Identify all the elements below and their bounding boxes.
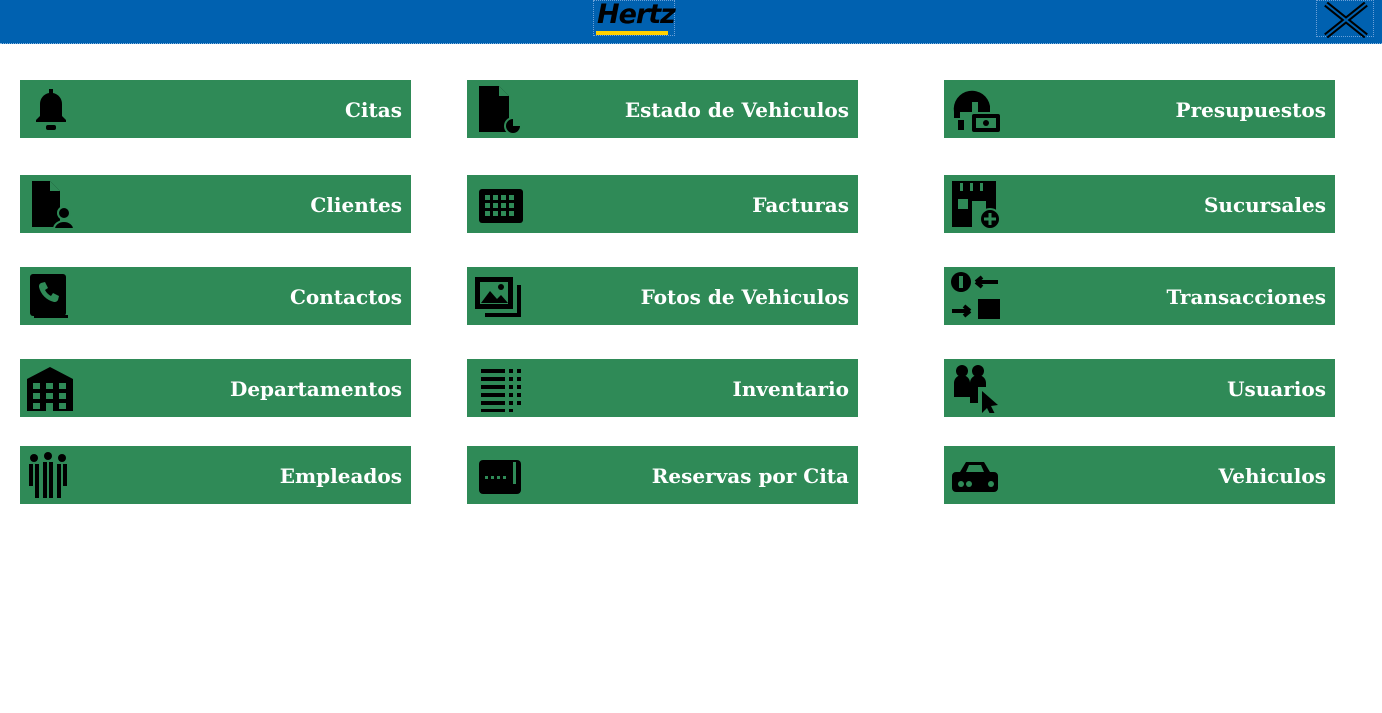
document-status-icon <box>479 86 522 134</box>
menu-tile-citas[interactable]: Citas <box>20 80 411 138</box>
tile-label: Departamentos <box>229 377 402 401</box>
logo-text: Hertz <box>597 0 676 30</box>
tile-label: Usuarios <box>1227 377 1326 401</box>
menu-tile-presupuestos[interactable]: Presupuestos <box>944 80 1335 138</box>
employees-icon <box>29 452 67 498</box>
menu-tile-usuarios[interactable]: Usuarios <box>944 359 1335 417</box>
top-bar: Hertz <box>0 0 1382 44</box>
transactions-icon <box>951 272 1000 319</box>
menu-tile-reservas-cita[interactable]: Reservas por Cita <box>467 446 858 504</box>
tile-label: Presupuestos <box>1175 98 1326 122</box>
menu-tile-transacciones[interactable]: Transacciones <box>944 267 1335 325</box>
close-x-icon <box>1324 2 1368 38</box>
tile-label: Clientes <box>310 193 402 217</box>
tile-label: Fotos de Vehiculos <box>640 285 849 309</box>
menu-tile-empleados[interactable]: Empleados <box>20 446 411 504</box>
card-icon <box>479 460 521 494</box>
tile-label: Facturas <box>752 193 849 217</box>
client-document-icon <box>32 181 76 229</box>
hertz-logo: Hertz <box>593 0 676 36</box>
tile-label: Empleados <box>279 464 402 488</box>
menu-tile-vehiculos[interactable]: Vehiculos <box>944 446 1335 504</box>
tile-label: Reservas por Cita <box>651 464 849 488</box>
photo-gallery-icon <box>475 277 521 317</box>
invoice-grid-icon <box>479 189 523 223</box>
close-button[interactable] <box>1316 0 1374 38</box>
tile-label: Estado de Vehiculos <box>624 98 849 122</box>
menu-tile-sucursales[interactable]: Sucursales <box>944 175 1335 233</box>
bell-icon <box>36 89 66 130</box>
menu-tile-fotos-vehiculos[interactable]: Fotos de Vehiculos <box>467 267 858 325</box>
tile-label: Contactos <box>289 285 402 309</box>
menu-tile-clientes[interactable]: Clientes <box>20 175 411 233</box>
inventory-list-icon <box>481 369 521 412</box>
tile-label: Sucursales <box>1203 193 1326 217</box>
building-icon <box>27 367 73 411</box>
tile-label: Vehiculos <box>1218 464 1326 488</box>
menu-tile-inventario[interactable]: Inventario <box>467 359 858 417</box>
store-add-icon <box>952 181 1000 229</box>
phone-book-icon <box>30 274 68 318</box>
logo-underline <box>596 31 668 35</box>
menu-tile-contactos[interactable]: Contactos <box>20 267 411 325</box>
menu-tile-estado-vehiculos[interactable]: Estado de Vehiculos <box>467 80 858 138</box>
users-cursor-icon <box>954 365 998 413</box>
tile-label: Citas <box>345 98 402 122</box>
tile-label: Transacciones <box>1166 285 1326 309</box>
car-icon <box>952 462 998 492</box>
budget-helmet-icon <box>953 90 1000 132</box>
tile-label: Inventario <box>732 377 849 401</box>
menu-tile-facturas[interactable]: Facturas <box>467 175 858 233</box>
menu-tile-departamentos[interactable]: Departamentos <box>20 359 411 417</box>
